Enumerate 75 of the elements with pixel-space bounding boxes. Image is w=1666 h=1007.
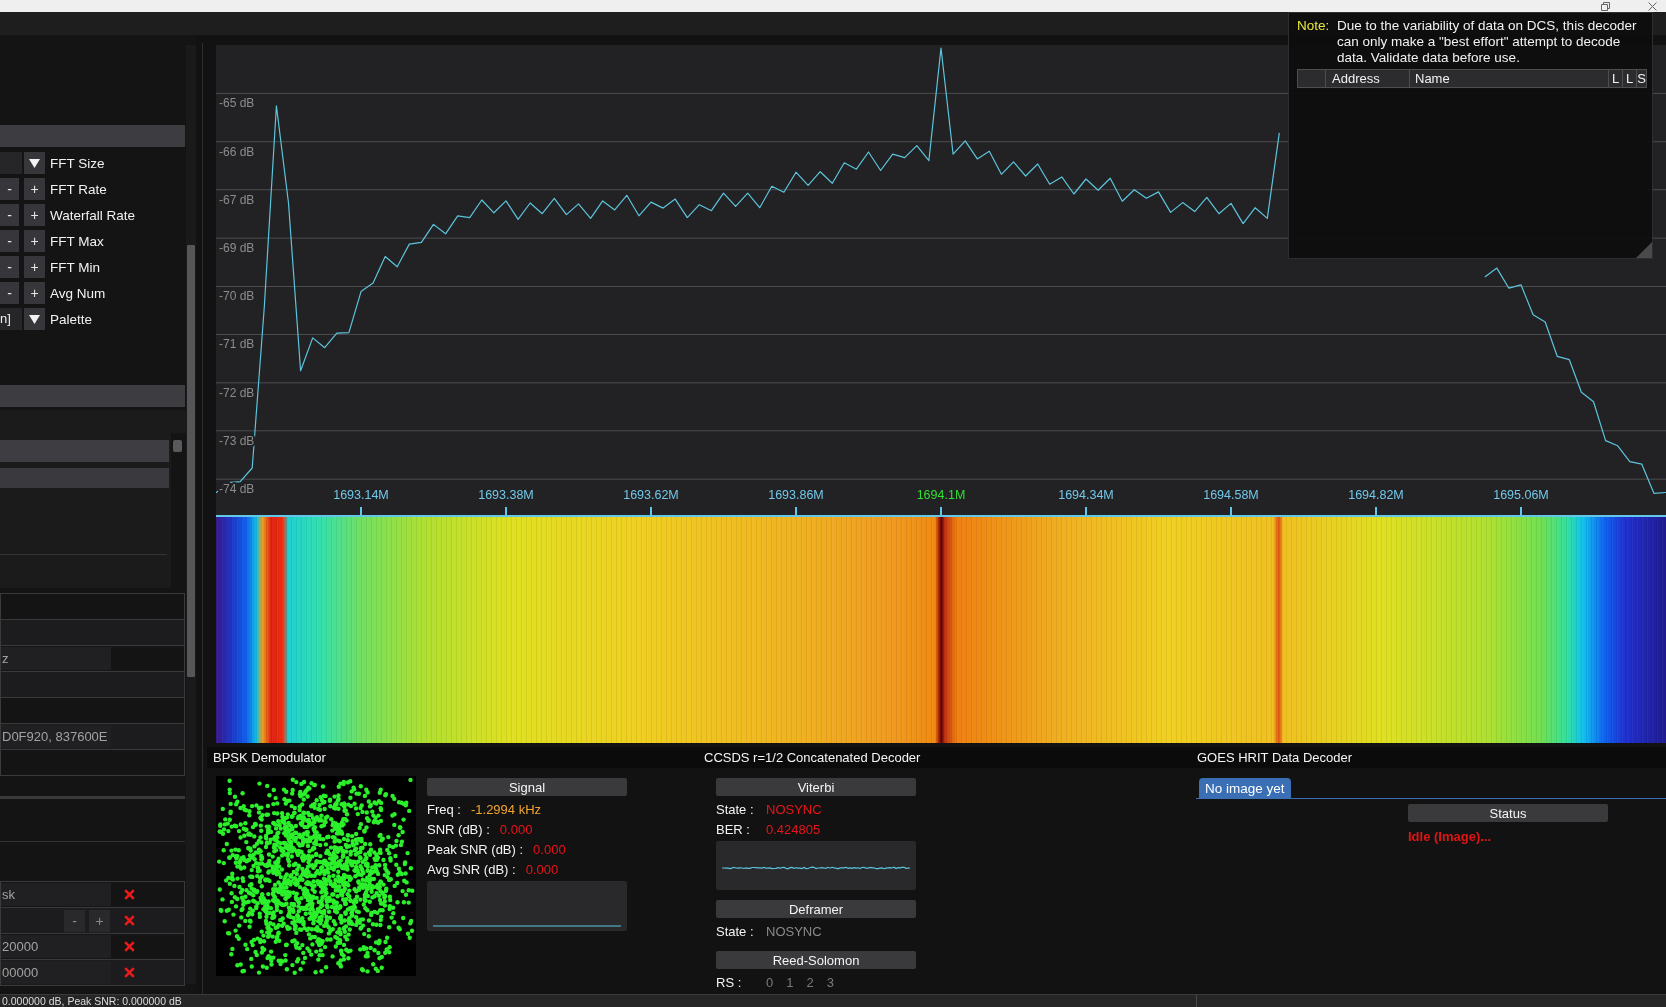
rs-index: 0 (766, 974, 774, 990)
caret-icon (29, 158, 40, 168)
setting-label: Palette (50, 311, 93, 327)
decrement-button[interactable]: - (0, 230, 19, 252)
reading-label: State : (716, 923, 755, 939)
column-header: L (1609, 70, 1623, 87)
column-header: L (1623, 70, 1637, 87)
reading-label: BER : (716, 821, 751, 837)
setting-label: FFT Max (50, 233, 104, 249)
reading-label: Peak SNR (dB) : (427, 841, 524, 857)
setting-label: FFT Size (50, 155, 105, 171)
setting-label: FFT Min (50, 259, 100, 275)
reading-label: Avg SNR (dB) : (427, 861, 516, 877)
increment-button[interactable]: + (24, 178, 45, 200)
setting-label: FFT Rate (50, 181, 107, 197)
reading-label: SNR (dB) : (427, 821, 490, 837)
reading-value: NOSYNC (766, 923, 822, 939)
cross-icon[interactable] (124, 941, 135, 952)
reading-value: 0.000 (525, 861, 559, 877)
reading-value: 0.000 (499, 821, 533, 837)
panel-title: CCSDS r=1/2 Concatenated Decoder (704, 750, 921, 765)
status-text: Idle (Image)... (1408, 827, 1493, 846)
reading-value: 0.000 (533, 841, 566, 857)
input-field[interactable]: 00000 (1, 961, 111, 984)
cross-icon[interactable] (124, 967, 135, 978)
input-field[interactable]: sk (1, 883, 111, 906)
status-text: 0.000000 dB, Peak SNR: 0.000000 dB (2, 995, 182, 1007)
caret-icon (29, 314, 40, 324)
scrollbar-thumb[interactable] (173, 440, 182, 452)
reading-label: Freq : (427, 801, 461, 817)
setting-label: Avg Num (50, 285, 106, 301)
reading-value: -1.2994 kHz (470, 801, 542, 817)
increment-button[interactable]: + (89, 909, 110, 932)
increment-button[interactable]: + (24, 256, 45, 278)
column-header: Address (1326, 70, 1410, 87)
reading-label: RS : (716, 974, 743, 990)
decrement-button[interactable]: - (64, 909, 85, 932)
reading-value: NOSYNC (766, 801, 822, 817)
note-label: Note: (1297, 18, 1331, 35)
reading-label: State : (716, 801, 755, 817)
section-header: Reed-Solomon (716, 951, 916, 969)
increment-button[interactable]: + (24, 204, 45, 226)
rs-index: 3 (826, 974, 834, 990)
dropdown-button[interactable] (24, 308, 45, 330)
panel-title: BPSK Demodulator (213, 750, 326, 765)
cross-icon[interactable] (124, 915, 135, 926)
decrement-button[interactable]: - (0, 204, 19, 226)
section-header: Deframer (716, 900, 916, 918)
dropdown-field[interactable]: n] (0, 308, 22, 330)
decrement-button[interactable]: - (0, 282, 19, 304)
dropdown-button[interactable] (24, 152, 45, 174)
rs-index: 1 (786, 974, 794, 990)
setting-label: Waterfall Rate (50, 207, 136, 223)
cross-icon[interactable] (124, 889, 135, 900)
reading-value: 0.424805 (766, 821, 821, 837)
increment-button[interactable]: + (24, 282, 45, 304)
close-icon[interactable] (1648, 1, 1657, 11)
input-field[interactable]: D0F920, 837600E (1, 725, 111, 748)
section-header: Status (1408, 804, 1608, 822)
input-field[interactable]: 20000 (1, 935, 111, 958)
panel-title: GOES HRIT Data Decoder (1197, 750, 1353, 765)
tab[interactable]: No image yet (1199, 778, 1291, 798)
note-text: Due to the variability of data on DCS, this decoder can only make a "best effort" attempt to decode data. Validate data before use. (1337, 18, 1638, 66)
section-header: Viterbi (716, 778, 916, 796)
column-header: S (1637, 70, 1646, 87)
restore-icon[interactable] (1601, 1, 1610, 11)
column-header: Name (1410, 70, 1609, 87)
section-header: Signal (427, 778, 627, 796)
resize-grip-icon[interactable] (1636, 242, 1652, 258)
rs-index: 2 (806, 974, 814, 990)
scrollbar-thumb[interactable] (187, 245, 195, 677)
decrement-button[interactable]: - (0, 178, 19, 200)
increment-button[interactable]: + (24, 230, 45, 252)
input-field[interactable]: z (1, 647, 111, 670)
decrement-button[interactable]: - (0, 256, 19, 278)
